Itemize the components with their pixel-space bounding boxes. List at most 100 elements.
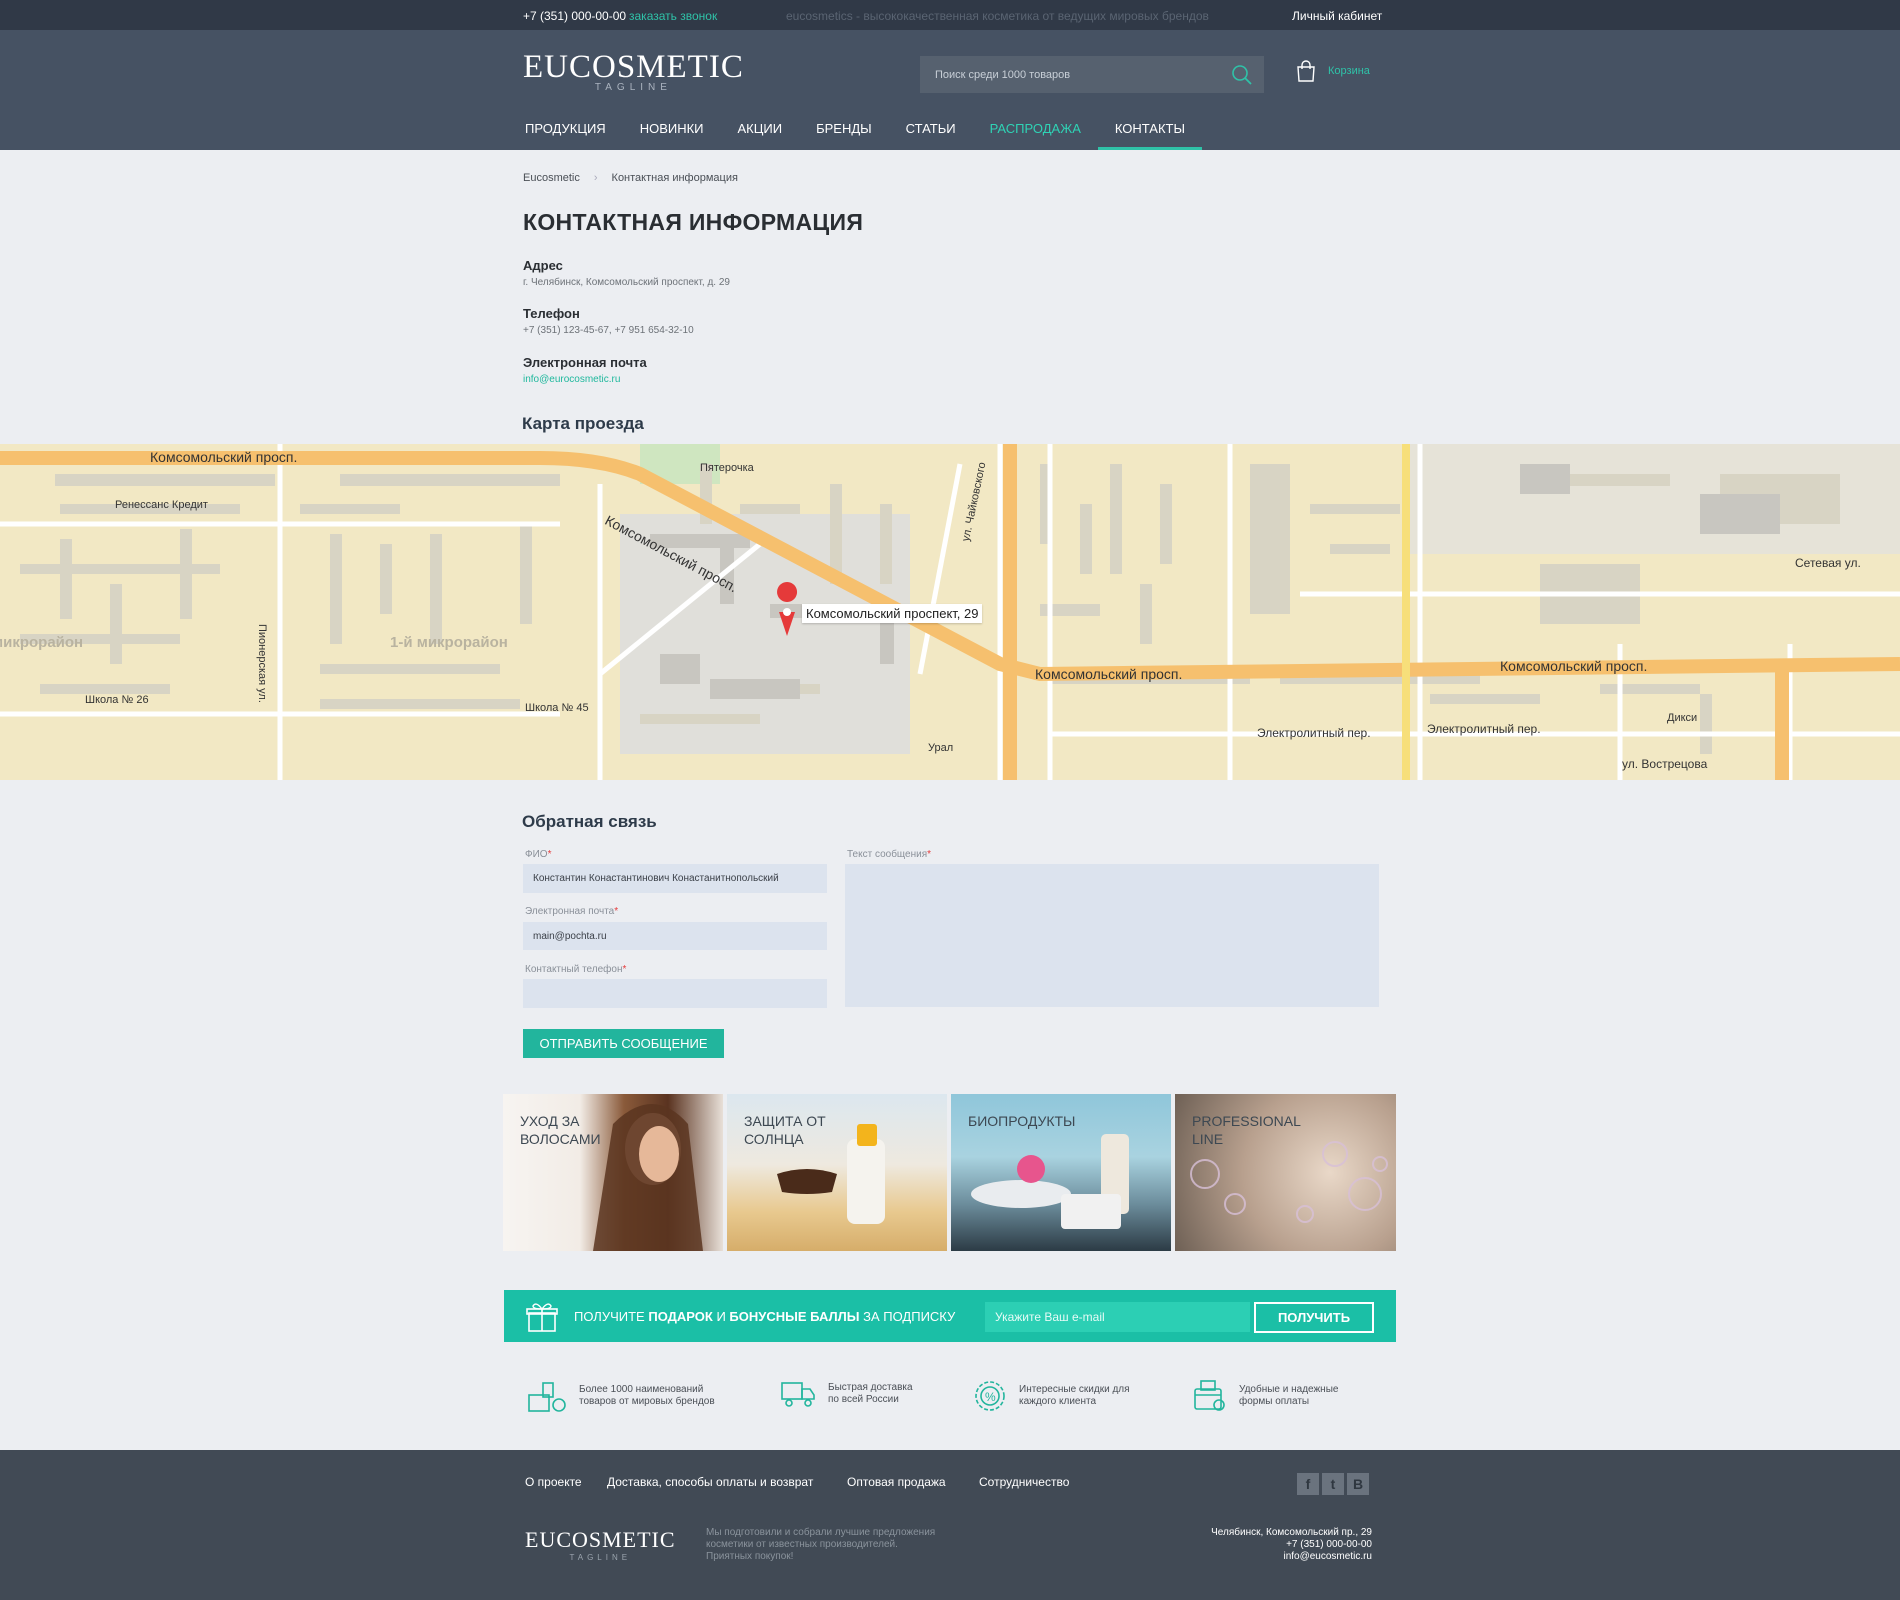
cart-button[interactable]: Корзина	[1296, 60, 1370, 82]
email-field[interactable]	[523, 922, 827, 950]
name-field[interactable]	[523, 864, 827, 893]
message-field[interactable]	[845, 864, 1379, 1007]
footer: О проекте Доставка, способы оплаты и воз…	[0, 1450, 1900, 1600]
footer-description-line: косметики от известных производителей.	[706, 1539, 898, 1550]
address-label: Адрес	[523, 258, 563, 273]
footer-link-about[interactable]: О проекте	[525, 1475, 582, 1489]
footer-link-cooperation[interactable]: Сотрудничество	[979, 1475, 1069, 1489]
discount-icon: %	[975, 1381, 1005, 1411]
facebook-icon[interactable]: f	[1297, 1473, 1319, 1495]
map-label: Урал	[928, 742, 954, 754]
category-professional-line[interactable]: PROFESSIONAL LINE	[1175, 1094, 1396, 1251]
category-hair-care[interactable]: УХОД ЗА ВОЛОСАМИ	[503, 1094, 723, 1251]
products-icon	[528, 1382, 566, 1412]
twitter-icon[interactable]: t	[1322, 1473, 1344, 1495]
footer-address: Челябинск, Комсомольский пр., 29	[1211, 1527, 1372, 1538]
feature-text: Быстрая доставка	[828, 1382, 913, 1393]
payment-icon	[1194, 1380, 1225, 1411]
callback-link[interactable]: заказать звонок	[629, 9, 717, 23]
nav-sale[interactable]: РАСПРОДАЖА	[973, 122, 1098, 150]
footer-logo-text: EUCOSMETIC	[525, 1527, 676, 1552]
subscribe-email-input[interactable]	[985, 1302, 1250, 1332]
footer-description-line: Приятных покупок!	[706, 1551, 794, 1562]
subscribe-button[interactable]: ПОЛУЧИТЬ	[1254, 1302, 1374, 1333]
feature-text: по всей России	[828, 1394, 899, 1405]
map-label: Дикси	[1667, 712, 1698, 724]
subscribe-text-bold: ПОДАРОК	[648, 1309, 713, 1324]
feedback-title: Обратная связь	[522, 812, 657, 831]
footer-link-wholesale[interactable]: Оптовая продажа	[847, 1475, 946, 1489]
logo-text: EUCOSMETIC	[523, 49, 744, 85]
category-title-line: ВОЛОСАМИ	[520, 1131, 601, 1147]
map-label: Школа № 26	[85, 694, 149, 706]
category-title-line: СОЛНЦА	[744, 1131, 804, 1147]
breadcrumb-home[interactable]: Eucosmetic	[523, 172, 580, 184]
required-mark: *	[927, 849, 932, 860]
route-map[interactable]: Комсомольский просп. Комсомольский просп…	[0, 444, 1900, 780]
phone-label: Телефон	[523, 306, 580, 321]
phone-block: Телефон +7 (351) 123-45-67, +7 951 654-3…	[523, 306, 694, 336]
logo[interactable]: EUCOSMETIC TAGLINE	[523, 50, 744, 93]
map-label: Ренессанс Кредит	[115, 499, 208, 511]
nav-products[interactable]: ПРОДУКЦИЯ	[508, 122, 623, 150]
shopping-bag-icon	[1297, 60, 1315, 82]
header: EUCOSMETIC TAGLINE Корзина ПРОДУКЦИЯ НОВ…	[0, 30, 1900, 150]
feature-text: Удобные и надежные	[1239, 1384, 1339, 1395]
svg-text:%: %	[985, 1390, 996, 1404]
map-label: Сетевая ул.	[1795, 556, 1861, 570]
name-label-text: ФИО	[525, 849, 548, 860]
vk-icon[interactable]: B	[1347, 1473, 1369, 1495]
category-title-line: ЗАЩИТА ОТ	[744, 1113, 826, 1129]
header-phone[interactable]: +7 (351) 000-00-00	[523, 9, 626, 23]
nav-new[interactable]: НОВИНКИ	[623, 122, 721, 150]
map-label: Комсомольский просп.	[150, 449, 298, 465]
map-marker-label[interactable]: Комсомольский проспект, 29	[802, 604, 983, 623]
email-label: Электронная почта*	[525, 906, 618, 917]
footer-logo[interactable]: EUCOSMETIC TAGLINE	[525, 1527, 676, 1562]
phone-field[interactable]	[523, 979, 827, 1008]
map-label: 1-й микрорайон	[390, 634, 508, 651]
required-mark: *	[622, 964, 627, 975]
feature-text: каждого клиента	[1019, 1396, 1097, 1407]
subscribe-text: ПОЛУЧИТЕ ПОДАРОК И БОНУСНЫЕ БАЛЛЫ ЗА ПОД…	[574, 1309, 955, 1324]
search-icon[interactable]	[1231, 64, 1253, 86]
search-input[interactable]	[920, 56, 1264, 93]
category-title: ЗАЩИТА ОТ СОЛНЦА	[744, 1112, 826, 1148]
subscribe-text-bold: БОНУСНЫЕ БАЛЛЫ	[729, 1309, 860, 1324]
map-label: Пятерочка	[700, 462, 754, 474]
feature-text: Интересные скидки для	[1019, 1384, 1130, 1395]
category-title-line: PROFESSIONAL	[1192, 1113, 1301, 1129]
category-sun-protection[interactable]: ЗАЩИТА ОТ СОЛНЦА	[727, 1094, 947, 1251]
required-mark: *	[614, 906, 619, 917]
nav-contacts[interactable]: КОНТАКТЫ	[1097, 122, 1203, 150]
category-title: PROFESSIONAL LINE	[1192, 1112, 1301, 1148]
email-label: Электронная почта	[523, 355, 647, 370]
send-message-button[interactable]: ОТПРАВИТЬ СООБЩЕНИЕ	[523, 1029, 724, 1058]
category-title-line: УХОД ЗА	[520, 1113, 580, 1129]
phone-label-text: Контактный телефон	[525, 964, 623, 975]
email-label-text: Электронная почта	[525, 906, 615, 917]
footer-description: Мы подготовили и собрали лучшие предложе…	[706, 1527, 946, 1563]
nav-promotions[interactable]: АКЦИИ	[721, 122, 800, 150]
account-link[interactable]: Личный кабинет	[1292, 9, 1382, 23]
footer-link-delivery[interactable]: Доставка, способы оплаты и возврат	[607, 1475, 813, 1489]
footer-contacts: Челябинск, Комсомольский пр., 29 +7 (351…	[1211, 1527, 1372, 1563]
address-value: г. Челябинск, Комсомольский проспект, д.…	[523, 277, 730, 288]
message-label: Текст сообщения*	[847, 849, 931, 860]
category-bioproducts[interactable]: БИОПРОДУКТЫ	[951, 1094, 1171, 1251]
nav-brands[interactable]: БРЕНДЫ	[799, 122, 889, 150]
required-mark: *	[547, 849, 552, 860]
map-label: Электролитный пер.	[1257, 726, 1371, 740]
map-label: Школа № 45	[525, 702, 589, 714]
footer-email[interactable]: info@eucosmetic.ru	[1211, 1551, 1372, 1563]
nav-articles[interactable]: СТАТЬИ	[889, 122, 973, 150]
subscribe-text-part: ЗА ПОДПИСКУ	[859, 1309, 956, 1324]
feature-delivery: Быстрая доставка по всей России	[780, 1379, 978, 1409]
truck-icon	[781, 1382, 815, 1407]
email-block: Электронная почта info@eurocosmetic.ru	[523, 355, 647, 385]
subscribe-text-part: ПОЛУЧИТЕ	[574, 1309, 649, 1324]
breadcrumb-current: Контактная информация	[611, 172, 738, 184]
footer-phone[interactable]: +7 (351) 000-00-00	[1211, 1539, 1372, 1551]
email-link[interactable]: info@eurocosmetic.ru	[523, 374, 620, 385]
address-block: Адрес г. Челябинск, Комсомольский проспе…	[523, 258, 730, 288]
